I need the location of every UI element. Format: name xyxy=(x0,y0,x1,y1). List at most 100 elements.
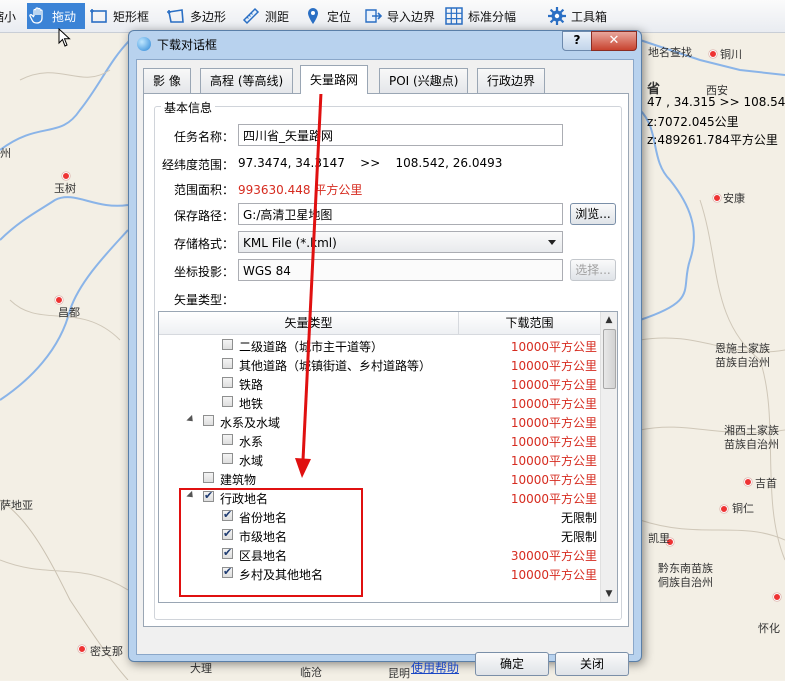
tree-row[interactable]: 水域 10000平方公里 xyxy=(159,450,600,469)
tree-checkbox[interactable] xyxy=(222,396,233,407)
scroll-thumb[interactable] xyxy=(603,329,616,389)
column-header-range[interactable]: 下载范围 xyxy=(459,312,600,334)
map-label-kunming: 昆明 xyxy=(388,667,410,680)
pan-button[interactable]: 拖动 xyxy=(27,3,85,29)
city-dot xyxy=(720,505,728,513)
tree-row-name: 铁路 xyxy=(239,378,264,392)
tab-elevation[interactable]: 高程 (等高线) xyxy=(200,68,294,93)
tree-row[interactable]: 水系及水域 10000平方公里 xyxy=(159,412,600,431)
highlight-annotation-box xyxy=(179,488,363,597)
projection-input[interactable]: WGS 84 xyxy=(238,259,563,281)
zoom-out-button[interactable]: 缩小 xyxy=(0,3,22,29)
tree-checkbox[interactable] xyxy=(203,415,214,426)
tab-vector-roads[interactable]: 矢量路网 xyxy=(300,65,369,94)
polygon-select-label: 多边形 xyxy=(190,9,227,24)
standard-sheet-button[interactable]: 标准分幅 xyxy=(443,3,527,29)
standard-sheet-label: 标准分幅 xyxy=(468,9,517,24)
rectangle-select-icon xyxy=(88,5,110,27)
format-select[interactable]: KML File (*.kml) xyxy=(238,231,563,253)
city-dot xyxy=(78,645,86,653)
city-dot xyxy=(55,296,63,304)
vertical-scrollbar[interactable]: ▲ ▼ xyxy=(600,312,617,602)
map-label-yushu: 玉树 xyxy=(54,182,76,195)
coord-range-value: 97.3474, 34.3147 >> 108.542, 26.0493 xyxy=(238,156,503,170)
area-value: 993630.448 平方公里 xyxy=(238,183,363,197)
dialog-titlebar[interactable]: 下载对话框 ? ✕ xyxy=(129,31,641,57)
map-label-ankang: 安康 xyxy=(723,192,745,205)
tree-row-range: 无限制 xyxy=(560,511,597,525)
projection-label: 坐标投影： xyxy=(173,265,234,279)
map-label-kaili: 凯里 xyxy=(648,532,670,545)
map-label-enshi-2: 苗族自治州 xyxy=(715,356,770,369)
save-path-label: 保存路径： xyxy=(173,209,234,223)
tree-row[interactable]: 二级道路（城市主干道等） 10000平方公里 xyxy=(159,336,600,355)
tree-row-range: 10000平方公里 xyxy=(510,473,597,487)
pan-label: 拖动 xyxy=(52,9,77,24)
app-logo-icon xyxy=(137,37,151,51)
rectangle-select-button[interactable]: 矩形框 xyxy=(88,3,158,29)
pin-icon xyxy=(302,5,324,27)
tree-checkbox[interactable] xyxy=(222,377,233,388)
usage-help-link[interactable]: 使用帮助 xyxy=(411,659,459,676)
measure-distance-label: 测距 xyxy=(265,9,290,24)
locate-button[interactable]: 定位 xyxy=(302,3,358,29)
tree-checkbox[interactable] xyxy=(222,339,233,350)
help-button[interactable]: ? xyxy=(562,31,592,51)
city-dot xyxy=(709,50,717,58)
cancel-button[interactable]: 关闭 xyxy=(555,652,629,676)
rectangle-select-label: 矩形框 xyxy=(113,9,150,24)
city-dot xyxy=(744,478,752,486)
save-path-input[interactable]: G:/高清卫星地图 xyxy=(238,203,563,225)
hand-icon xyxy=(27,5,49,27)
tree-row[interactable]: 水系 10000平方公里 xyxy=(159,431,600,450)
gear-icon xyxy=(546,5,568,27)
tree-expander-icon[interactable] xyxy=(186,414,196,425)
map-label-sadiya: 萨地亚 xyxy=(0,499,33,512)
tree-checkbox[interactable] xyxy=(222,434,233,445)
toolbox-button[interactable]: 工具箱 xyxy=(546,3,616,29)
coord-range-label: 经纬度范围： xyxy=(161,158,234,172)
tree-row-range: 10000平方公里 xyxy=(510,416,597,430)
map-label-tongren: 铜仁 xyxy=(732,502,754,515)
city-dot xyxy=(773,593,781,601)
tab-admin-boundary[interactable]: 行政边界 xyxy=(477,68,546,93)
map-label-qiandongnan-2: 侗族自治州 xyxy=(658,576,713,589)
coordinate-readout: 47 , 34.315 >> 108.542 xyxy=(647,95,785,109)
tree-row[interactable]: 建筑物 10000平方公里 xyxy=(159,469,600,488)
group-title: 基本信息 xyxy=(161,99,216,116)
tree-row[interactable]: 铁路 10000平方公里 xyxy=(159,374,600,393)
browse-button[interactable]: 浏览... xyxy=(570,203,616,225)
task-name-input[interactable]: 四川省_矢量路网 xyxy=(238,124,563,146)
tree-row[interactable]: 其他道路（城镇街道、乡村道路等） 10000平方公里 xyxy=(159,355,600,374)
tab-poi[interactable]: POI (兴趣点) xyxy=(379,68,469,93)
tree-row[interactable]: 地铁 10000平方公里 xyxy=(159,393,600,412)
tree-row-range: 10000平方公里 xyxy=(510,359,597,373)
tab-imagery[interactable]: 影 像 xyxy=(143,68,191,93)
tree-checkbox[interactable] xyxy=(222,453,233,464)
chevron-down-icon xyxy=(548,240,556,245)
polygon-select-icon xyxy=(165,5,187,27)
select-projection-button[interactable]: 选择... xyxy=(570,259,616,281)
tree-row-range: 30000平方公里 xyxy=(510,549,597,563)
map-search-label[interactable]: 地名查找 xyxy=(648,44,692,60)
close-icon[interactable]: ✕ xyxy=(591,31,637,51)
scroll-up-icon[interactable]: ▲ xyxy=(601,312,617,328)
import-boundary-button[interactable]: 导入边界 xyxy=(362,3,438,29)
tree-row-name: 其他道路（城镇街道、乡村道路等） xyxy=(239,359,432,373)
toolbox-label: 工具箱 xyxy=(571,9,608,24)
column-header-type[interactable]: 矢量类型 xyxy=(159,312,458,334)
map-label-xiangxi-2: 苗族自治州 xyxy=(724,438,779,451)
map-label-dali: 大理 xyxy=(190,662,212,675)
ok-button[interactable]: 确定 xyxy=(475,652,549,676)
city-dot xyxy=(62,172,70,180)
tree-header: 矢量类型 下载范围 xyxy=(159,312,600,335)
tree-checkbox[interactable] xyxy=(222,358,233,369)
measure-distance-button[interactable]: 测距 xyxy=(240,3,296,29)
map-label-tongchuan: 铜川 xyxy=(720,48,742,61)
area-readout: z:489261.784平方公里 xyxy=(647,133,778,147)
vector-type-label: 矢量类型： xyxy=(173,293,234,307)
polygon-select-button[interactable]: 多边形 xyxy=(165,3,235,29)
scroll-down-icon[interactable]: ▼ xyxy=(601,586,617,602)
tree-checkbox[interactable] xyxy=(203,472,214,483)
format-label: 存储格式： xyxy=(173,237,234,251)
